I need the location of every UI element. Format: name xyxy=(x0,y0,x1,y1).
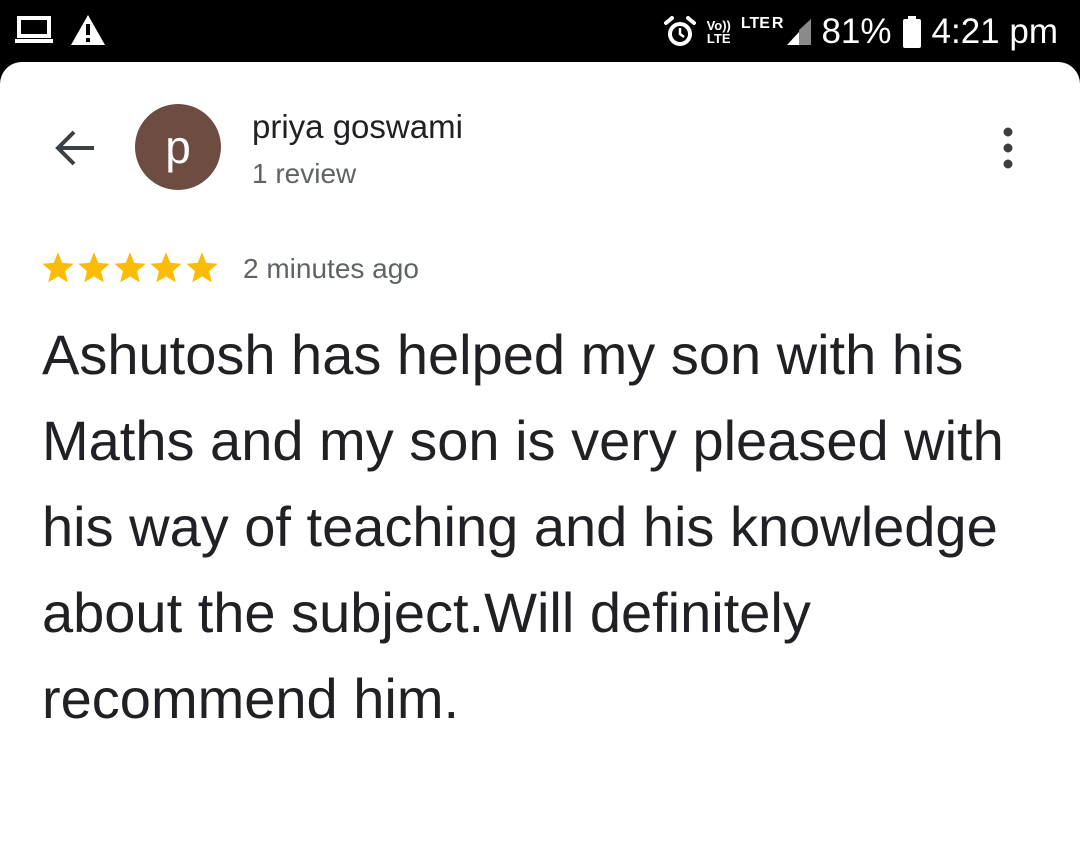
back-button[interactable] xyxy=(46,122,102,174)
review-timestamp: 2 minutes ago xyxy=(243,253,419,284)
laptop-icon xyxy=(15,16,53,43)
volte-bottom-label: LTE xyxy=(706,31,731,46)
more-vert-icon xyxy=(1003,127,1013,169)
status-bar: Vo)) LTE LTE R 81% 4:21 pm xyxy=(0,0,1080,64)
signal-icon xyxy=(787,19,812,45)
review-text: Ashutosh has helped my son with his Math… xyxy=(42,323,1004,730)
status-bar-right: Vo)) LTE LTE R 81% 4:21 pm xyxy=(663,8,1058,56)
network-type-label: LTE xyxy=(740,15,770,32)
reviewer-name[interactable]: priya goswami xyxy=(252,108,463,146)
volte-indicator: Vo)) LTE xyxy=(707,19,731,45)
star-icon xyxy=(78,252,110,283)
arrow-back-icon xyxy=(55,130,94,166)
battery-icon xyxy=(902,16,921,48)
roaming-label: R xyxy=(771,15,784,32)
battery-percent: 81% xyxy=(821,12,892,51)
alarm-icon xyxy=(663,16,696,46)
avatar-letter: p xyxy=(165,121,191,173)
star-icon xyxy=(186,252,218,283)
clock: 4:21 pm xyxy=(931,12,1058,51)
star-icon xyxy=(42,252,74,283)
star-rating xyxy=(40,250,220,286)
star-icon xyxy=(150,252,182,283)
star-icon xyxy=(114,252,146,283)
network-indicator: LTE R xyxy=(740,15,812,47)
avatar[interactable]: p xyxy=(135,104,221,190)
review-count: 1 review xyxy=(252,158,357,189)
status-bar-left xyxy=(14,14,106,46)
more-options-button[interactable] xyxy=(988,122,1028,174)
warning-icon xyxy=(71,15,105,45)
